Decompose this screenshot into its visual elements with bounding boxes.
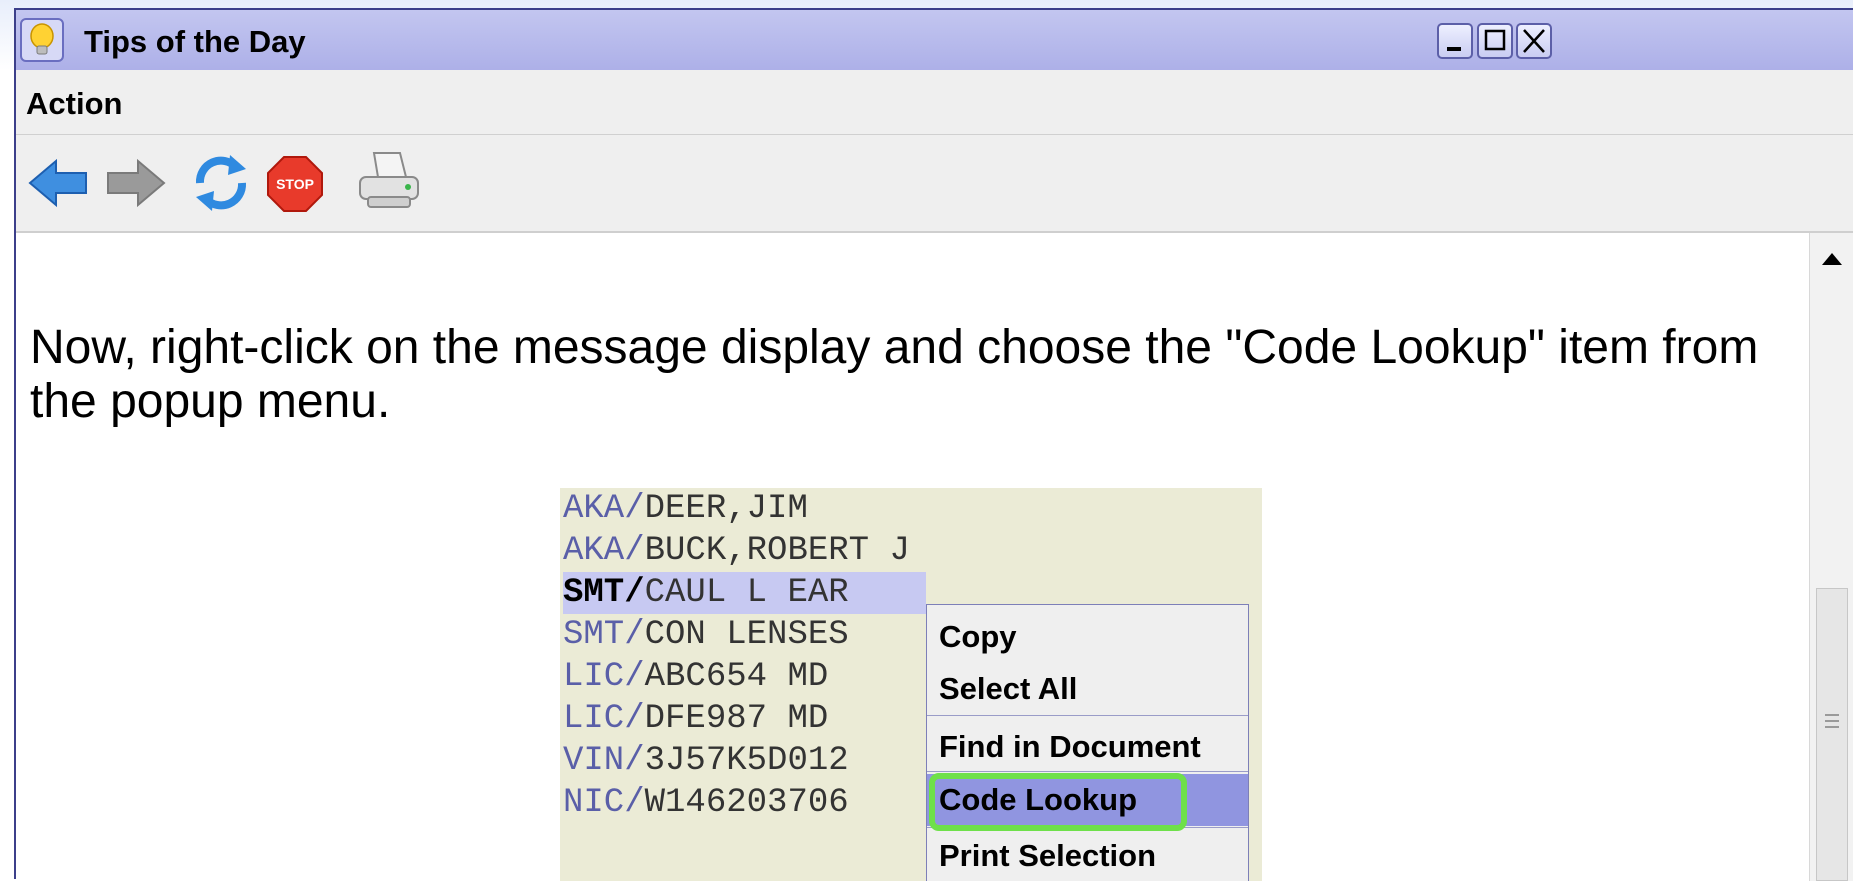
printer-icon — [359, 152, 419, 208]
tip-screenshot-image: AKA/DEER,JIM AKA/BUCK,ROBERT J SMT/CAUL … — [560, 488, 1262, 881]
image-line: LIC/DFE987 MD — [563, 700, 829, 738]
scroll-up-icon[interactable] — [1822, 253, 1842, 265]
refresh-button[interactable] — [186, 147, 256, 219]
forward-button[interactable] — [100, 147, 170, 219]
forward-arrow-icon — [107, 158, 166, 208]
popup-menu-image: Copy Select All Find in Document Code Lo… — [926, 604, 1249, 881]
toolbar: STOP — [16, 135, 1853, 233]
refresh-icon — [195, 155, 247, 211]
popup-separator — [927, 771, 1248, 772]
image-line-selected: SMT/CAUL L EAR — [563, 572, 926, 614]
grip-icon — [1825, 714, 1839, 716]
back-button[interactable] — [24, 147, 94, 219]
grip-icon — [1825, 720, 1839, 722]
menu-action[interactable]: Action — [26, 86, 122, 122]
svg-text:STOP: STOP — [276, 176, 314, 192]
stop-sign-icon: STOP — [267, 156, 323, 212]
image-line: LIC/ABC654 MD — [563, 658, 829, 696]
window-title: Tips of the Day — [84, 24, 306, 59]
minimize-button[interactable] — [1437, 23, 1473, 59]
scrollbar-thumb[interactable] — [1816, 588, 1848, 881]
close-icon — [1523, 29, 1545, 53]
lightbulb-icon — [20, 18, 64, 62]
popup-item-copy: Copy — [939, 619, 1017, 654]
popup-item-print-selection: Print Selection — [939, 838, 1157, 873]
image-line: NIC/W146203706 — [563, 784, 849, 822]
image-line: VIN/3J57K5D012 — [563, 742, 849, 780]
popup-item-select-all: Select All — [939, 671, 1078, 706]
tip-text: Now, right-click on the message display … — [30, 321, 1759, 428]
close-button[interactable] — [1516, 23, 1552, 59]
maximize-icon — [1484, 29, 1506, 51]
back-arrow-icon — [28, 158, 87, 208]
popup-item-find: Find in Document — [939, 729, 1201, 764]
image-line: SMT/CON LENSES — [563, 616, 849, 654]
image-line: AKA/DEER,JIM — [563, 490, 808, 528]
maximize-button[interactable] — [1477, 23, 1513, 59]
tip-content: Now, right-click on the message display … — [16, 233, 1809, 881]
green-highlight-outline — [929, 773, 1187, 831]
stop-button[interactable]: STOP — [260, 147, 330, 219]
grip-icon — [1825, 726, 1839, 728]
menu-bar: Action — [16, 70, 1853, 135]
title-bar[interactable]: Tips of the Day — [16, 10, 1853, 71]
tips-of-the-day-window: Tips of the Day Action STOP Now, right-c… — [14, 8, 1853, 881]
minimize-icon — [1447, 47, 1461, 51]
vertical-scrollbar[interactable] — [1809, 233, 1853, 881]
popup-separator — [927, 715, 1248, 716]
image-line: AKA/BUCK,ROBERT J — [563, 532, 910, 570]
print-button[interactable] — [354, 147, 424, 219]
